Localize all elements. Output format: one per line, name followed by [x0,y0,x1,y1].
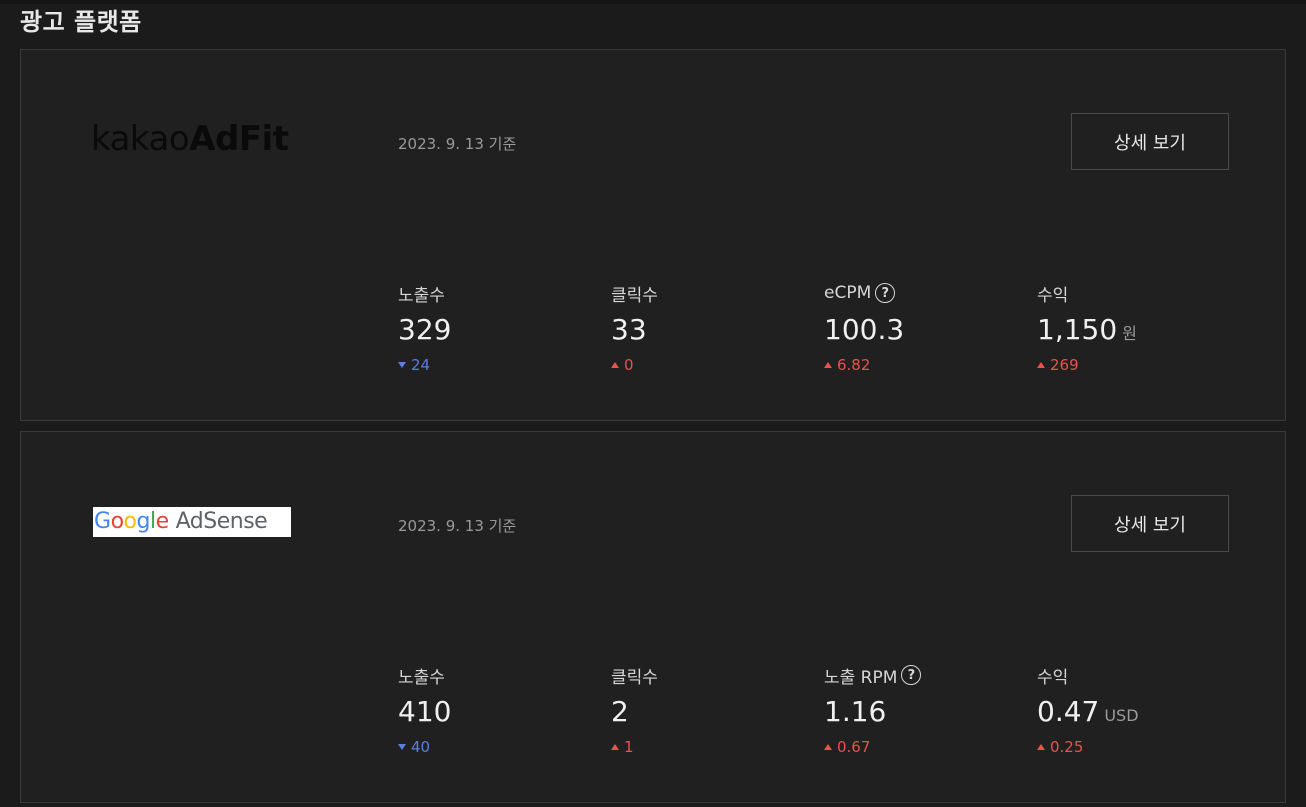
detail-view-button[interactable]: 상세 보기 [1071,495,1229,552]
metric-delta: 1 [611,738,811,756]
help-circle-icon[interactable]: ? [875,283,896,303]
metric-delta: 40 [398,738,598,756]
metric-label: 노출 RPM? [824,664,1024,688]
triangle-down-icon [398,744,406,750]
metric-unit: USD [1104,706,1139,725]
metric-delta: 6.82 [824,356,1024,374]
metric-delta: 0.67 [824,738,1024,756]
metric-rpm: 노출 RPM? 1.16 0.67 [824,664,1024,756]
metric-delta: 24 [398,356,598,374]
top-edge [0,0,1306,4]
metric-revenue: 수익 0.47 USD 0.25 [1037,664,1237,756]
metric-impressions: 노출수 410 40 [398,664,598,756]
triangle-up-icon [611,744,619,750]
metric-impressions: 노출수 329 24 [398,282,598,374]
metric-value: 329 [398,313,452,346]
metric-label: 노출수 [398,667,445,688]
metric-value: 1.16 [824,695,887,728]
detail-view-button[interactable]: 상세 보기 [1071,113,1229,170]
triangle-up-icon [611,362,619,368]
metric-clicks: 클릭수 2 1 [611,664,811,756]
metric-revenue: 수익 1,150 원 269 [1037,282,1237,374]
metric-clicks: 클릭수 33 0 [611,282,811,374]
metric-value: 410 [398,695,452,728]
metric-label: eCPM? [824,282,1024,304]
date-label: 2023. 9. 13 기준 [398,517,517,535]
section-title: 광고 플랫폼 [20,8,142,36]
metric-unit: 원 [1122,324,1137,343]
triangle-up-icon [1037,362,1045,368]
metric-label: 수익 [1037,285,1069,306]
metric-value: 0.47 USD [1037,695,1139,728]
date-label: 2023. 9. 13 기준 [398,135,517,153]
metric-delta: 269 [1037,356,1237,374]
triangle-up-icon [824,362,832,368]
platform-card-kakao-adfit: kakaoAdFit 2023. 9. 13 기준 상세 보기 노출수 329 … [20,49,1286,421]
metric-label: 수익 [1037,667,1069,688]
kakao-adfit-logo: kakaoAdFit [91,119,289,159]
metric-ecpm: eCPM? 100.3 6.82 [824,282,1024,374]
metric-delta: 0.25 [1037,738,1237,756]
metric-value: 100.3 [824,313,905,346]
google-adsense-logo: Go o g l e AdSense [93,507,291,537]
metric-value: 33 [611,313,647,346]
help-circle-icon[interactable]: ? [901,665,922,685]
platform-card-google-adsense: Go o g l e AdSense 2023. 9. 13 기준 상세 보기 노출수 4… [20,431,1286,803]
metric-label: 클릭수 [611,667,658,688]
metric-value: 1,150 원 [1037,313,1137,346]
metric-delta: 0 [611,356,811,374]
metric-label: 클릭수 [611,285,658,306]
triangle-down-icon [398,362,406,368]
triangle-up-icon [1037,744,1045,750]
metric-value: 2 [611,695,629,728]
triangle-up-icon [824,744,832,750]
metric-label: 노출수 [398,285,445,306]
